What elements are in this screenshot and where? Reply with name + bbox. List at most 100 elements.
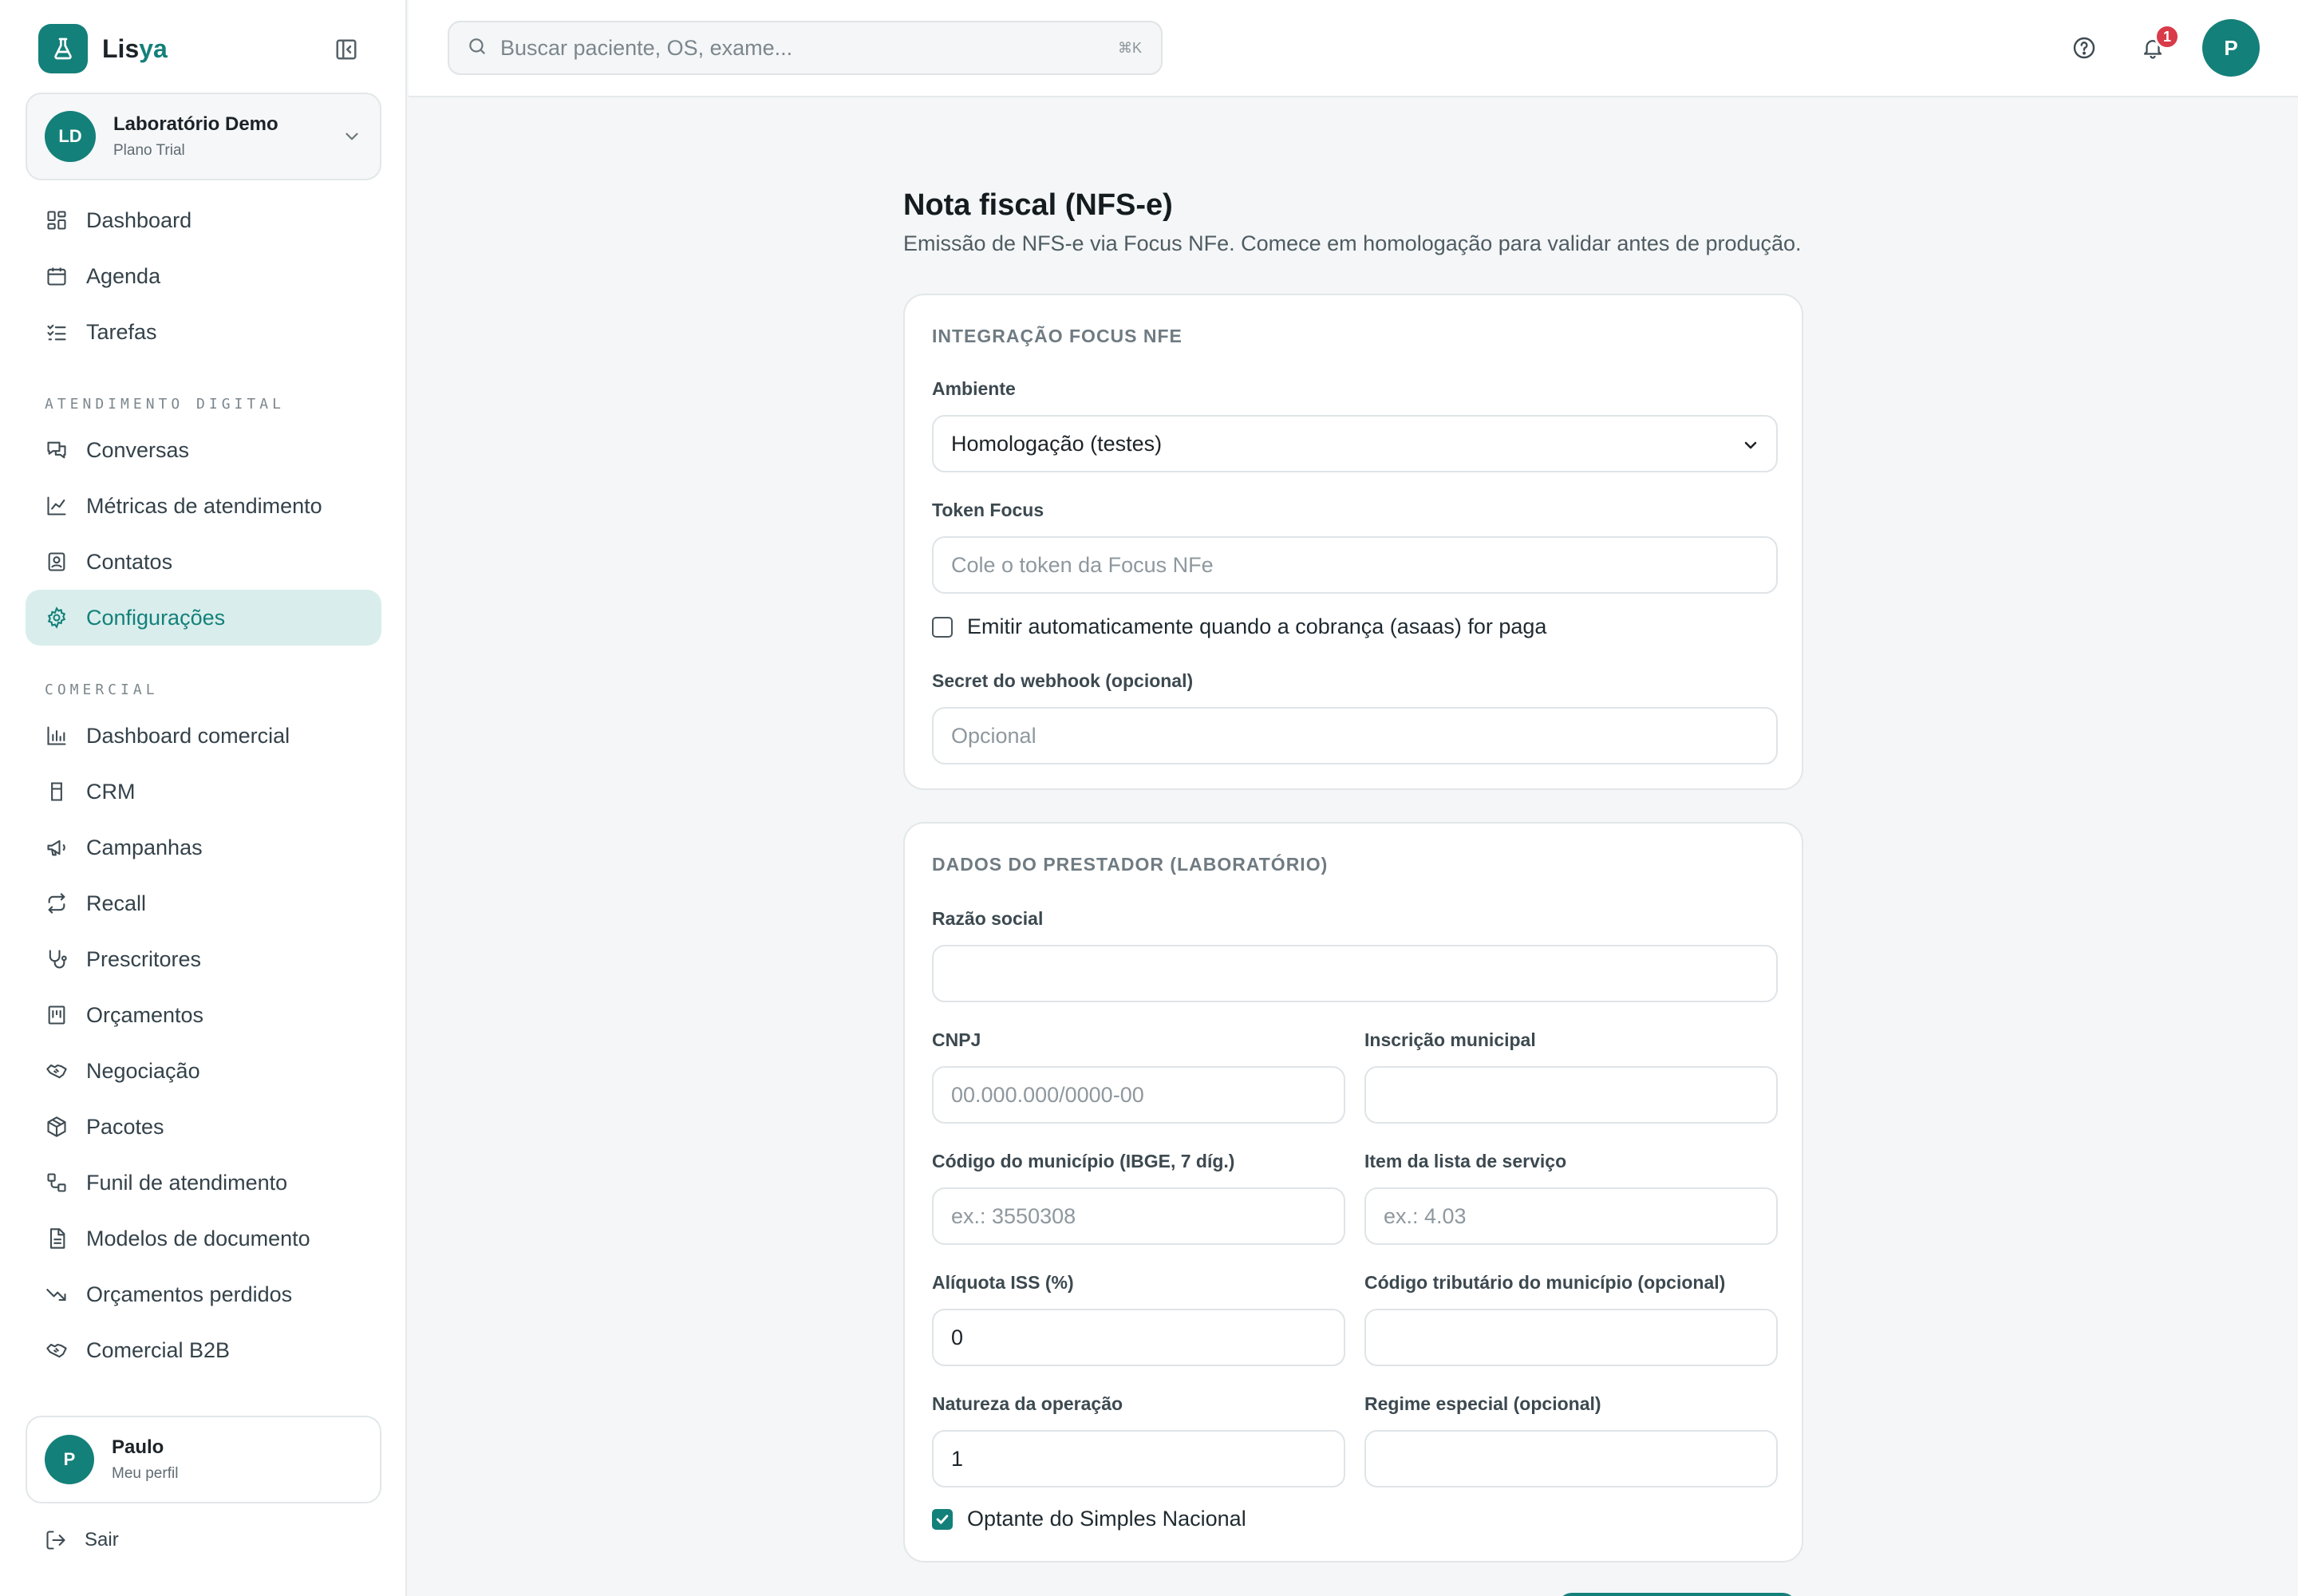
webhook-label: Secret do webhook (opcional) — [932, 670, 1194, 691]
calendar-icon — [45, 264, 69, 288]
sidebar-item-agenda[interactable]: Agenda — [26, 248, 381, 304]
chevron-down-icon — [1741, 436, 1760, 459]
regime-input[interactable] — [1384, 1446, 1776, 1472]
sidebar-item-label: Dashboard — [86, 207, 192, 232]
simples-label: Optante do Simples Nacional — [967, 1507, 1246, 1531]
sidebar-item-contatos[interactable]: Contatos — [26, 534, 381, 590]
natureza-field[interactable] — [932, 1430, 1345, 1487]
quote-icon — [45, 1003, 69, 1027]
app-root: Lisya LD Laboratório Demo Plano Trial Da… — [0, 0, 2298, 1596]
sidebar-item-dashboard[interactable]: Dashboard — [26, 192, 381, 248]
municipio-input[interactable] — [951, 1203, 1344, 1229]
sidebar-collapse-icon[interactable] — [330, 35, 362, 64]
sidebar-item-label: Conversas — [86, 437, 190, 462]
nav-main: Dashboard Agenda Tarefas — [26, 192, 381, 360]
org-switcher[interactable]: LD Laboratório Demo Plano Trial — [26, 93, 381, 180]
sidebar-item-label: Pacotes — [86, 1114, 164, 1139]
sidebar-item-label: CRM — [86, 779, 136, 804]
regime-label: Regime especial (opcional) — [1364, 1393, 1601, 1414]
ambiente-select[interactable]: Homologação (testes) — [932, 415, 1778, 472]
integration-heading: INTEGRAÇÃO FOCUS NFE — [932, 326, 1183, 346]
provider-card: DADOS DO PRESTADOR (LABORATÓRIO) Razão s… — [903, 822, 1803, 1562]
cnpj-label: CNPJ — [932, 1029, 981, 1050]
user-avatar[interactable]: P — [2202, 19, 2260, 77]
sidebar-item-metricas[interactable]: Métricas de atendimento — [26, 478, 381, 534]
token-field[interactable] — [932, 536, 1778, 594]
package-icon — [45, 1115, 69, 1139]
cnpj-input[interactable] — [951, 1082, 1344, 1108]
sidebar-item-crm[interactable]: CRM — [26, 764, 381, 820]
notification-badge: 1 — [2154, 24, 2180, 49]
token-input[interactable] — [951, 552, 1776, 578]
save-button-partial[interactable] — [1558, 1593, 1797, 1596]
section-comercial: COMERCIAL — [45, 681, 159, 698]
sidebar-item-configuracoes[interactable]: Configurações — [26, 590, 381, 646]
cnpj-field[interactable] — [932, 1066, 1345, 1124]
stethoscope-icon — [45, 947, 69, 971]
sidebar-item-label: Tarefas — [86, 319, 157, 344]
simples-checkbox[interactable] — [932, 1508, 953, 1530]
sidebar-item-funil[interactable]: Funil de atendimento — [26, 1155, 381, 1211]
sidebar-item-dashboard-comercial[interactable]: Dashboard comercial — [26, 708, 381, 764]
sidebar-item-label: Orçamentos perdidos — [86, 1282, 293, 1306]
search-icon — [467, 36, 488, 61]
sidebar-item-label: Métricas de atendimento — [86, 493, 322, 518]
logout-label: Sair — [85, 1529, 119, 1551]
sidebar-item-prescritores[interactable]: Prescritores — [26, 931, 381, 987]
inscricao-label: Inscrição municipal — [1364, 1029, 1536, 1050]
sidebar-item-campanhas[interactable]: Campanhas — [26, 820, 381, 875]
sidebar-item-pacotes[interactable]: Pacotes — [26, 1099, 381, 1155]
avatar: P — [45, 1435, 94, 1484]
logout-button[interactable]: Sair — [45, 1529, 119, 1551]
regime-field[interactable] — [1364, 1430, 1778, 1487]
inscricao-field[interactable] — [1364, 1066, 1778, 1124]
sidebar-item-label: Funil de atendimento — [86, 1170, 288, 1195]
sidebar-item-tarefas[interactable]: Tarefas — [26, 304, 381, 360]
auto-emit-checkbox[interactable] — [932, 616, 953, 638]
sidebar-item-negociacao[interactable]: Negociação — [26, 1043, 381, 1099]
ambiente-value: Homologação (testes) — [951, 431, 1163, 456]
sidebar-item-label: Comercial B2B — [86, 1337, 231, 1362]
sidebar-item-modelos[interactable]: Modelos de documento — [26, 1211, 381, 1266]
help-icon[interactable] — [2068, 32, 2100, 64]
auto-emit-label: Emitir automaticamente quando a cobrança… — [967, 614, 1547, 638]
line-chart-icon — [45, 494, 69, 518]
bar-chart-icon — [45, 724, 69, 748]
check-icon — [936, 1514, 949, 1524]
token-label: Token Focus — [932, 500, 1044, 520]
codigo-trib-input[interactable] — [1384, 1325, 1776, 1350]
section-atendimento: ATENDIMENTO DIGITAL — [45, 395, 285, 413]
search-input[interactable] — [500, 35, 1107, 61]
aliquota-input[interactable] — [951, 1325, 1344, 1350]
handshake-icon — [45, 1338, 69, 1362]
ambiente-label: Ambiente — [932, 378, 1016, 399]
org-avatar: LD — [45, 111, 96, 162]
document-icon — [45, 1227, 69, 1250]
sidebar-item-conversas[interactable]: Conversas — [26, 422, 381, 478]
search-shortcut: ⌘K — [1117, 40, 1142, 56]
item-input[interactable] — [1384, 1203, 1776, 1229]
brand[interactable]: Lisya — [38, 24, 168, 73]
profile-card[interactable]: P Paulo Meu perfil — [26, 1416, 381, 1503]
inscricao-input[interactable] — [1384, 1082, 1776, 1108]
auto-emit-row[interactable]: Emitir automaticamente quando a cobrança… — [932, 614, 1546, 639]
natureza-input[interactable] — [951, 1446, 1344, 1472]
sidebar-item-orcamentos-perdidos[interactable]: Orçamentos perdidos — [26, 1266, 381, 1322]
simples-row[interactable]: Optante do Simples Nacional — [932, 1507, 1246, 1531]
sidebar-item-label: Agenda — [86, 263, 161, 288]
search-bar[interactable]: ⌘K — [448, 21, 1163, 75]
razao-field[interactable] — [932, 945, 1778, 1002]
item-field[interactable] — [1364, 1187, 1778, 1245]
webhook-input[interactable] — [951, 723, 1776, 749]
sidebar-item-orcamentos[interactable]: Orçamentos — [26, 987, 381, 1043]
aliquota-field[interactable] — [932, 1309, 1345, 1366]
codigo-trib-field[interactable] — [1364, 1309, 1778, 1366]
trending-down-icon — [45, 1282, 69, 1306]
razao-input[interactable] — [951, 961, 1776, 986]
sidebar-item-recall[interactable]: Recall — [26, 875, 381, 931]
sidebar-item-comercial-b2b[interactable]: Comercial B2B — [26, 1322, 381, 1378]
provider-heading: DADOS DO PRESTADOR (LABORATÓRIO) — [932, 854, 1329, 875]
webhook-field[interactable] — [932, 707, 1778, 764]
municipio-field[interactable] — [932, 1187, 1345, 1245]
municipio-label: Código do município (IBGE, 7 díg.) — [932, 1151, 1235, 1171]
